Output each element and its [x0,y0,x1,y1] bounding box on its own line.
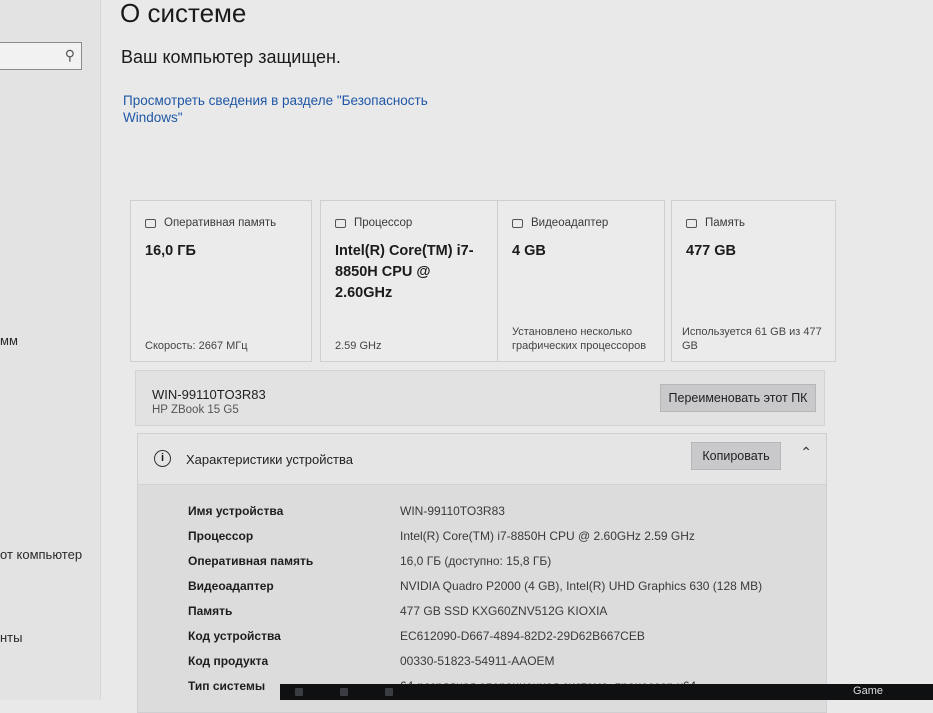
spec-row: Код продукта 00330-51823-54911-AAOEM [188,654,555,668]
spec-value[interactable]: Intel(R) Core(TM) i7-8850H CPU @ 2.60GHz… [400,529,695,543]
card-value: 16,0 ГБ [145,243,196,259]
search-input[interactable]: ⚲ [0,42,82,70]
card-footer: 2.59 GHz [335,340,382,352]
specs-header[interactable]: i Характеристики устройства Копировать ⌃ [138,434,826,485]
card-title: Оперативная память [164,217,277,229]
card-value: Intel(R) Core(TM) i7-8850H CPU @ 2.60GHz [335,243,474,301]
pc-name: WIN-99110TO3R83 [152,387,266,402]
storage-icon [686,218,697,228]
pc-name-row: WIN-99110TO3R83 HP ZBook 15 G5 Переимено… [135,370,825,426]
ram-icon [145,218,156,228]
cpu-card: Процессор Intel(R) Core(TM) i7-8850H CPU… [320,200,498,362]
card-title: Память [705,217,746,229]
taskbar-app-icon[interactable] [295,688,303,696]
gpu-icon [512,218,523,228]
ram-card: Оперативная память 16,0 ГБ Скорость: 266… [130,200,312,362]
sidebar-item[interactable]: нты [0,630,22,645]
spec-row: Память 477 GB SSD KXG60ZNV512G KIOXIA [188,604,607,618]
main-content: О системе Ваш компьютер защищен. Просмот… [100,0,933,713]
spec-value[interactable]: 477 GB SSD KXG60ZNV512G KIOXIA [400,604,607,618]
device-specs-panel: i Характеристики устройства Копировать ⌃… [137,433,827,713]
storage-card: Память 477 GB Используется 61 GB из 477 … [671,200,836,362]
taskbar-game-label: Game [853,685,883,697]
card-value: 477 GB [686,243,736,259]
chevron-up-icon[interactable]: ⌃ [800,444,812,461]
info-icon: i [154,450,171,467]
card-title: Процессор [354,217,413,229]
sidebar: ⚲ мм от компьютер нты [0,0,101,700]
spec-value[interactable]: 16,0 ГБ (доступно: 15,8 ГБ) [400,554,551,568]
search-icon[interactable]: ⚲ [65,47,75,64]
spec-row: Оперативная память 16,0 ГБ (доступно: 15,… [188,554,551,568]
rename-pc-button[interactable]: Переименовать этот ПК [660,384,816,412]
spec-label: Память [188,604,233,618]
pc-model: HP ZBook 15 G5 [152,404,239,416]
sidebar-item[interactable]: от компьютер [0,547,82,562]
spec-label: Код продукта [188,654,269,668]
gpu-card: Видеоадаптер 4 GB Установлено несколько … [497,200,665,362]
security-link[interactable]: Просмотреть сведения в разделе "Безопасн… [123,92,433,126]
card-footer: Используется 61 GB из 477 GB [682,326,822,352]
spec-label: Процессор [188,529,254,543]
spec-row: Видеоадаптер NVIDIA Quadro P2000 (4 GB), … [188,579,762,593]
sidebar-item[interactable]: мм [0,333,18,348]
spec-label: Имя устройства [188,504,284,518]
taskbar-app-icon[interactable] [340,688,348,696]
spec-value[interactable]: WIN-99110TO3R83 [400,504,505,518]
protection-status: Ваш компьютер защищен. [121,47,341,67]
card-footer: Скорость: 2667 МГц [145,340,248,352]
specs-title: Характеристики устройства [186,452,353,467]
card-value: 4 GB [512,243,546,259]
spec-value[interactable]: NVIDIA Quadro P2000 (4 GB), Intel(R) UHD… [400,579,762,593]
page-title: О системе [120,0,247,28]
spec-row: Процессор Intel(R) Core(TM) i7-8850H CPU … [188,529,695,543]
spec-label: Видеоадаптер [188,579,274,593]
spec-value[interactable]: EC612090-D667-4894-82D2-29D62B667CEB [400,629,645,643]
spec-label: Оперативная память [188,554,314,568]
spec-row: Код устройства EC612090-D667-4894-82D2-29… [188,629,645,643]
card-footer: Установлено несколько графических процес… [512,326,647,352]
taskbar-app-icon[interactable] [385,688,393,696]
copy-button[interactable]: Копировать [691,442,781,470]
taskbar: Game [280,684,933,700]
card-title: Видеоадаптер [531,217,609,229]
spec-label: Код устройства [188,629,281,643]
cpu-icon [335,218,346,228]
spec-row: Имя устройства WIN-99110TO3R83 [188,504,505,518]
spec-value[interactable]: 00330-51823-54911-AAOEM [400,654,555,668]
